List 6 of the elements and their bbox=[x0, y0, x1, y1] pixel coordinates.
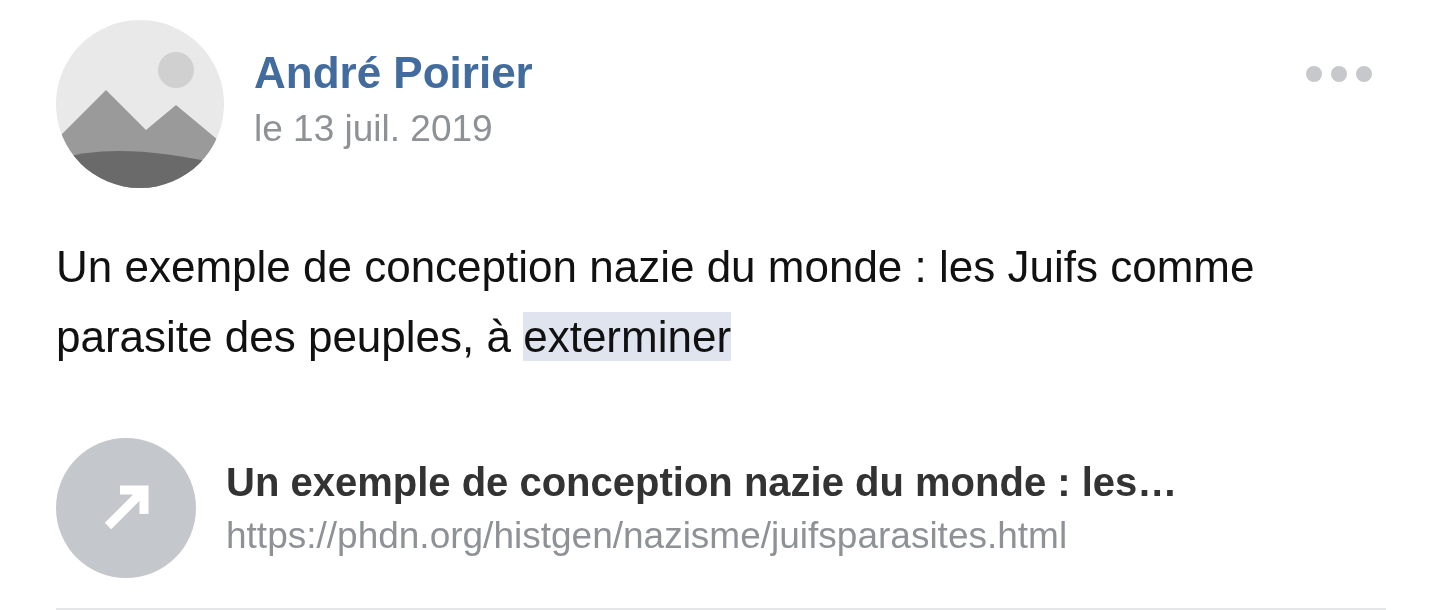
link-url[interactable]: https://phdn.org/histgen/nazisme/juifsparasites.html bbox=[226, 510, 1178, 562]
more-options-button[interactable] bbox=[1306, 66, 1372, 82]
post-date: le 13 juil. 2019 bbox=[254, 107, 494, 151]
author-name[interactable]: André Poirier bbox=[254, 46, 1306, 100]
post-text: Un exemple de conception nazie du monde : les Juifs comme parasite des peuples, à exterminer bbox=[56, 241, 1256, 363]
link-title[interactable]: Un exemple de conception nazie du monde : les… bbox=[226, 454, 1178, 510]
